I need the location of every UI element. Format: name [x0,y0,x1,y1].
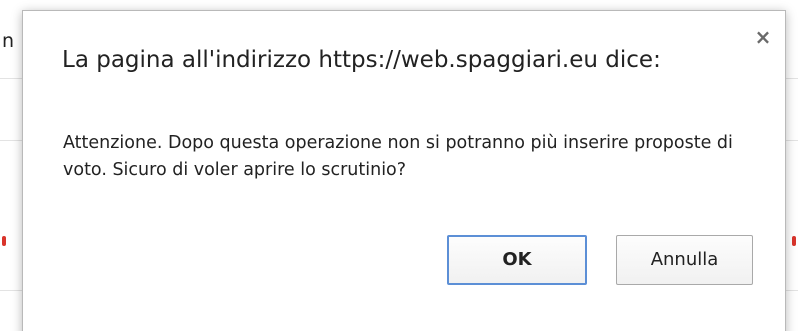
background-marker [2,236,6,246]
background-divider [786,78,798,79]
background-divider [786,140,798,141]
background-marker [792,236,796,246]
dialog-message: Attenzione. Dopo questa operazione non s… [63,133,733,180]
background-text-fragment: n [2,30,15,52]
background-divider [0,78,22,79]
close-icon[interactable]: × [753,27,773,47]
background-divider [0,290,22,291]
browser-page: n × La pagina all'indirizzo https://web.… [0,0,798,331]
background-divider [786,290,798,291]
cancel-button[interactable]: Annulla [616,235,753,285]
background-divider [0,140,22,141]
dialog-title: La pagina all'indirizzo https://web.spag… [62,47,661,73]
alert-dialog: × La pagina all'indirizzo https://web.sp… [22,10,786,331]
ok-button[interactable]: OK [447,235,587,285]
